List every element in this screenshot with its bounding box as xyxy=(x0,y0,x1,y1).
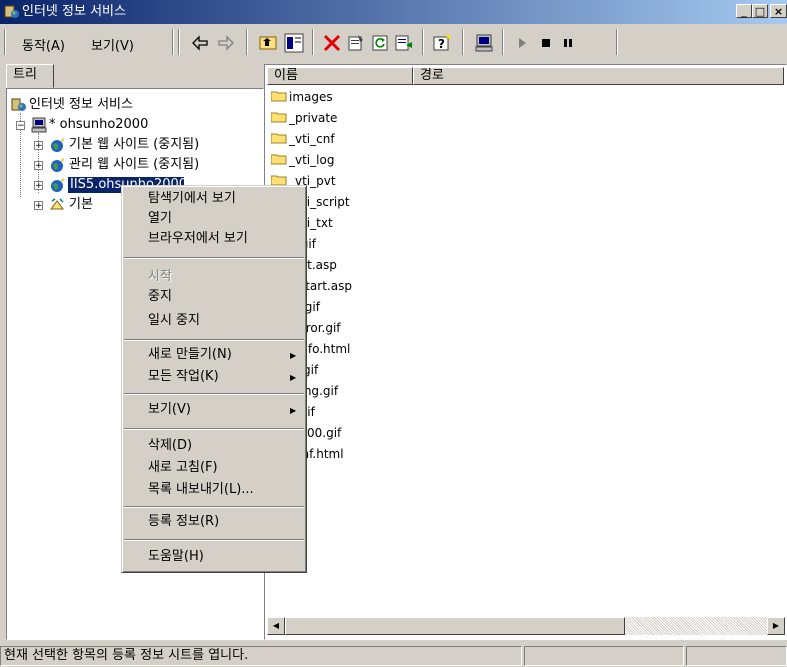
expand-toggle[interactable]: + xyxy=(34,201,43,211)
toolbar-separator xyxy=(616,29,618,55)
list-item[interactable]: images xyxy=(271,89,333,105)
svg-text:?: ? xyxy=(438,37,445,51)
collapse-toggle[interactable]: − xyxy=(16,121,25,131)
title-bar[interactable]: 인터넷 정보 서비스 _ □ × xyxy=(0,0,787,24)
scrollbar-thumb[interactable] xyxy=(285,617,625,635)
list-item[interactable]: _vti_log xyxy=(271,152,334,168)
scroll-right-arrow-icon[interactable]: ▶ xyxy=(767,617,785,635)
toolbar: 동작(A) 보기(V) ? xyxy=(0,26,787,60)
menu-item-open[interactable]: 열기 xyxy=(148,210,172,228)
computer-icon[interactable] xyxy=(474,33,494,53)
forward-arrow-icon[interactable] xyxy=(216,33,236,53)
menu-item-refresh[interactable]: 새로 고침(F) xyxy=(148,459,218,477)
properties-icon[interactable] xyxy=(346,33,366,53)
column-header-name[interactable]: 이름 xyxy=(267,67,413,85)
list-item[interactable]: _vti_cnf xyxy=(271,131,335,147)
menu-item-view[interactable]: 보기(V) xyxy=(148,401,191,419)
list-item-label: _vti_cnf xyxy=(289,132,335,146)
submenu-arrow-icon: ▶ xyxy=(290,406,297,415)
list-item-label: _vti_log xyxy=(289,153,335,167)
menu-item-pause[interactable]: 일시 중지 xyxy=(148,312,200,330)
toolbar-grip xyxy=(178,29,180,55)
show-tree-icon[interactable] xyxy=(284,33,304,53)
iis-app-icon xyxy=(4,5,19,18)
expand-toggle[interactable]: + xyxy=(34,161,43,171)
file-list-pane[interactable]: 이름 경로 images _private _vti_cnf _vti_log _vti… xyxy=(264,64,787,640)
menu-view[interactable]: 보기(V) xyxy=(91,35,134,54)
folder-icon xyxy=(271,154,287,165)
toolbar-separator xyxy=(462,29,464,55)
iis-root-icon xyxy=(11,98,26,111)
status-pane-3 xyxy=(686,646,787,666)
toolbar-separator xyxy=(422,29,424,55)
menu-separator xyxy=(124,428,304,430)
minimize-button[interactable]: _ xyxy=(736,4,752,18)
up-level-icon[interactable] xyxy=(258,33,278,53)
folder-icon xyxy=(271,133,287,144)
close-button[interactable]: × xyxy=(770,4,787,18)
scroll-left-arrow-icon[interactable]: ◀ xyxy=(267,617,285,635)
menu-item-start: 시작 xyxy=(148,269,172,284)
horizontal-scrollbar[interactable]: ◀ ▶ xyxy=(267,617,785,635)
menu-item-new[interactable]: 새로 만들기(N) xyxy=(148,346,232,364)
menu-item-export[interactable]: 목록 내보내기(L)... xyxy=(148,481,254,499)
server-computer-icon xyxy=(31,117,47,133)
menu-separator xyxy=(124,506,304,508)
pause-icon[interactable] xyxy=(558,33,578,53)
list-item[interactable]: _private xyxy=(271,110,337,126)
website-globe-icon xyxy=(51,178,64,192)
context-menu: 탐색기에서 보기 열기 브라우저에서 보기 시작 중지 일시 중지 새로 만들기… xyxy=(121,185,307,573)
column-header-path[interactable]: 경로 xyxy=(413,67,784,85)
menu-item-all-tasks[interactable]: 모든 작업(K) xyxy=(148,368,219,386)
submenu-arrow-icon: ▶ xyxy=(290,373,297,382)
menu-item-explore[interactable]: 탐색기에서 보기 xyxy=(148,190,236,208)
window-title: 인터넷 정보 서비스 xyxy=(22,4,126,19)
tree-item-default-smtp[interactable]: 기본 xyxy=(69,197,93,213)
menu-item-delete[interactable]: 삭제(D) xyxy=(148,437,192,455)
folder-icon xyxy=(271,112,287,123)
status-pane-2 xyxy=(524,646,684,666)
stop-icon[interactable] xyxy=(536,33,556,53)
tree-item-server[interactable]: * ohsunho2000 xyxy=(49,117,148,133)
expand-toggle[interactable]: + xyxy=(34,141,43,151)
start-icon[interactable] xyxy=(512,33,532,53)
menu-action[interactable]: 동작(A) xyxy=(22,35,65,54)
maximize-button[interactable]: □ xyxy=(752,4,768,18)
smtp-server-icon xyxy=(50,198,64,210)
toolbar-separator xyxy=(246,29,248,55)
toolbar-grip xyxy=(4,29,6,55)
menu-separator xyxy=(124,539,304,541)
export-list-icon[interactable] xyxy=(394,33,414,53)
website-globe-icon xyxy=(51,158,64,172)
list-item-label: images xyxy=(289,90,333,104)
toolbar-separator xyxy=(312,29,314,55)
submenu-arrow-icon: ▶ xyxy=(290,351,297,360)
help-icon[interactable]: ? xyxy=(432,33,452,53)
menu-separator xyxy=(124,393,304,395)
tree-item-default-site[interactable]: 기본 웹 사이트 (중지됨) xyxy=(69,137,199,153)
toolbar-separator xyxy=(502,29,504,55)
menu-item-browse[interactable]: 브라우저에서 보기 xyxy=(148,230,248,248)
menu-separator xyxy=(124,257,304,259)
menu-separator xyxy=(124,339,304,341)
tree-item-admin-site[interactable]: 관리 웹 사이트 (중지됨) xyxy=(69,157,199,173)
back-arrow-icon[interactable] xyxy=(190,33,210,53)
refresh-icon[interactable] xyxy=(370,33,390,53)
tree-item-iis[interactable]: 인터넷 정보 서비스 xyxy=(29,97,133,113)
tab-tree[interactable]: 트리 xyxy=(6,64,54,88)
file-list: images _private _vti_cnf _vti_log _vti_pvt _v… xyxy=(265,89,785,609)
menu-item-help[interactable]: 도움말(H) xyxy=(148,548,204,566)
list-item-label: _private xyxy=(289,111,338,125)
website-globe-icon xyxy=(51,138,64,152)
expand-toggle[interactable]: + xyxy=(34,181,43,191)
status-text: 현재 선택한 항목의 등록 정보 시트를 엽니다. xyxy=(0,646,522,666)
delete-icon[interactable] xyxy=(322,33,342,53)
menu-item-stop[interactable]: 중지 xyxy=(148,288,172,306)
toolbar-separator xyxy=(172,29,174,55)
status-bar: 현재 선택한 항목의 등록 정보 시트를 엽니다. xyxy=(0,644,787,667)
tree-tab-bar: 트리 xyxy=(6,64,262,88)
folder-icon xyxy=(271,91,287,102)
menu-item-properties[interactable]: 등록 정보(R) xyxy=(148,513,219,531)
